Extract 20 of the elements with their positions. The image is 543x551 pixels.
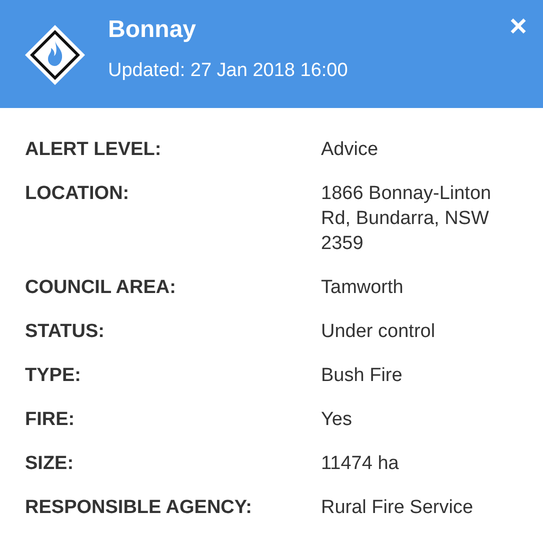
detail-label: COUNCIL AREA: [25, 276, 177, 300]
detail-value: 11474 ha [321, 452, 400, 476]
detail-label: TYPE: [25, 364, 82, 388]
detail-label: RESPONSIBLE AGENCY: [25, 496, 253, 520]
detail-value: Advice [321, 138, 380, 162]
detail-label: STATUS: [25, 320, 106, 344]
close-button[interactable]: × [507, 12, 529, 42]
updated-time: Updated: 27 Jan 2018 16:00 [108, 59, 348, 83]
detail-label: SIZE: [25, 452, 75, 476]
incident-title: Bonnay [108, 15, 198, 45]
detail-value: Yes [321, 408, 353, 432]
detail-label: FIRE: [25, 408, 76, 432]
detail-label: ALERT LEVEL: [25, 138, 162, 162]
detail-value: 1866 Bonnay-Linton Rd, Bundarra, NSW 2359 [321, 182, 492, 256]
detail-value: Rural Fire Service [321, 496, 474, 520]
fire-diamond-icon [24, 24, 86, 86]
detail-value: Bush Fire [321, 364, 404, 388]
detail-value: Tamworth [321, 276, 404, 300]
detail-value: Under control [321, 320, 436, 344]
detail-label: LOCATION: [25, 182, 130, 206]
